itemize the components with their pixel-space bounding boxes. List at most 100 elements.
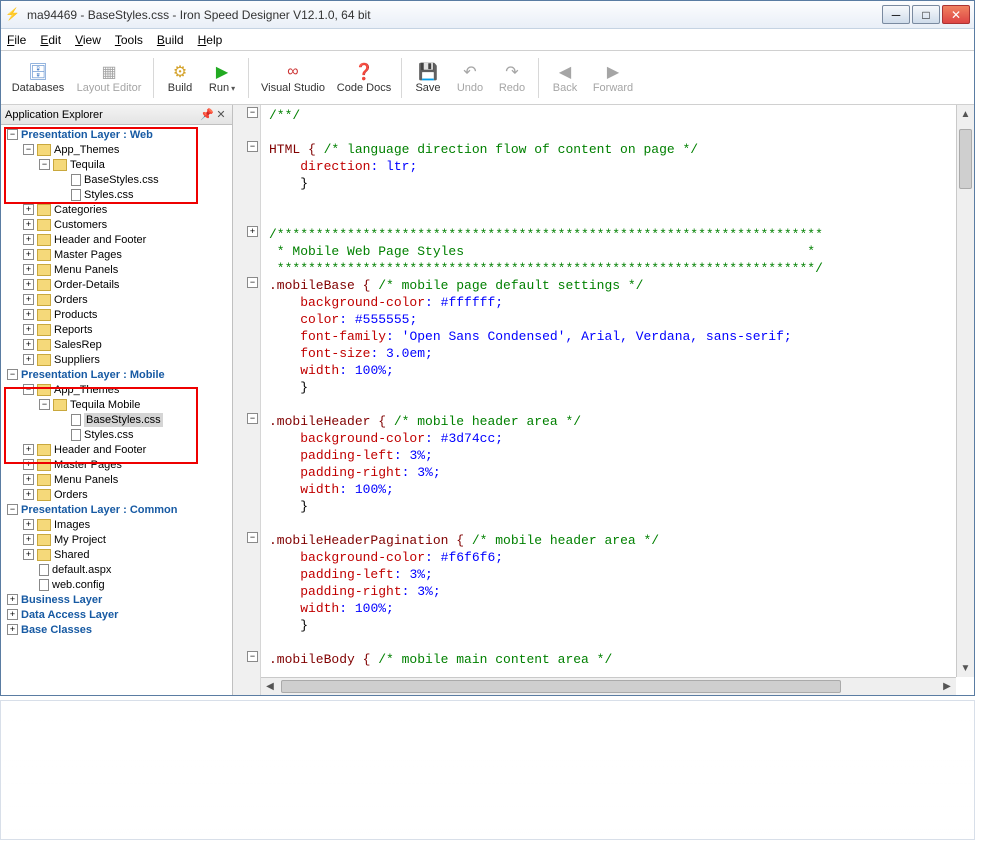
tool-save[interactable]: 💾Save — [408, 55, 448, 101]
tree-node-data-access[interactable]: +Data Access Layer — [3, 607, 232, 622]
scroll-up-icon[interactable]: ▲ — [957, 105, 974, 123]
body: Application Explorer 📌 ✕ −Presentation L… — [1, 105, 974, 695]
tree-node-basestyles[interactable]: BaseStyles.css — [3, 172, 232, 187]
fold-icon[interactable]: + — [247, 226, 258, 237]
tool-back[interactable]: ◀Back — [545, 55, 585, 101]
scroll-down-icon[interactable]: ▼ — [957, 659, 974, 677]
fold-icon[interactable]: − — [247, 413, 258, 424]
fold-icon[interactable]: − — [247, 141, 258, 152]
run-icon: ▶ — [216, 62, 228, 82]
maximize-button[interactable]: □ — [912, 5, 940, 24]
panel-close-icon[interactable]: ✕ — [214, 108, 228, 121]
tree-node-mobile[interactable]: −Presentation Layer : Mobile — [3, 367, 232, 382]
menu-view[interactable]: View — [75, 33, 101, 47]
scroll-thumb[interactable] — [281, 680, 841, 693]
tool-undo[interactable]: ↶Undo — [450, 55, 490, 101]
tree-node-tequila-mobile[interactable]: −Tequila Mobile — [3, 397, 232, 412]
panel-header: Application Explorer 📌 ✕ — [1, 105, 232, 125]
tree-node[interactable]: +Customers — [3, 217, 232, 232]
fold-icon[interactable]: − — [247, 532, 258, 543]
pin-icon[interactable]: 📌 — [200, 108, 214, 121]
forward-icon: ▶ — [607, 62, 619, 82]
tree-node[interactable]: +Products — [3, 307, 232, 322]
tree-node-basestyles-2[interactable]: BaseStyles.css — [3, 412, 232, 427]
fold-icon[interactable]: − — [247, 107, 258, 118]
redo-icon: ↷ — [505, 62, 518, 82]
menubar: File Edit View Tools Build Help — [1, 29, 974, 51]
tree-node[interactable]: +Master Pages — [3, 457, 232, 472]
gutter: − − + − − − − — [233, 105, 261, 695]
tree-node[interactable]: +SalesRep — [3, 337, 232, 352]
tool-build[interactable]: ⚙Build — [160, 55, 200, 101]
save-icon: 💾 — [418, 62, 438, 82]
vertical-scrollbar[interactable]: ▲ ▼ — [956, 105, 974, 677]
tree-node[interactable]: +Header and Footer — [3, 232, 232, 247]
separator — [401, 58, 402, 98]
toolbar: 🗄Databases ▦Layout Editor ⚙Build ▶Run ∞V… — [1, 51, 974, 105]
tree-node-base-classes[interactable]: +Base Classes — [3, 622, 232, 637]
tree-node[interactable]: +Menu Panels — [3, 472, 232, 487]
app-window: ⚡ ma94469 - BaseStyles.css - Iron Speed … — [0, 0, 975, 696]
tree-node[interactable]: +Master Pages — [3, 247, 232, 262]
vs-icon: ∞ — [287, 62, 298, 82]
scroll-thumb[interactable] — [959, 129, 972, 189]
separator — [153, 58, 154, 98]
tree-node[interactable]: +Orders — [3, 487, 232, 502]
tree-node[interactable]: +Menu Panels — [3, 262, 232, 277]
tree-node-common[interactable]: −Presentation Layer : Common — [3, 502, 232, 517]
tree[interactable]: −Presentation Layer : Web −App_Themes −T… — [1, 125, 232, 695]
app-icon: ⚡ — [5, 7, 21, 23]
titlebar[interactable]: ⚡ ma94469 - BaseStyles.css - Iron Speed … — [1, 1, 974, 29]
panel-title: Application Explorer — [5, 109, 103, 121]
code-content[interactable]: /**/ HTML { /* language direction flow o… — [261, 105, 956, 677]
menu-help[interactable]: Help — [198, 33, 223, 47]
layout-icon: ▦ — [101, 62, 116, 82]
close-button[interactable]: ✕ — [942, 5, 970, 24]
tree-node-app-themes[interactable]: −App_Themes — [3, 142, 232, 157]
tree-node-app-themes-2[interactable]: −App_Themes — [3, 382, 232, 397]
tree-node[interactable]: +Order-Details — [3, 277, 232, 292]
window-title: ma94469 - BaseStyles.css - Iron Speed De… — [27, 8, 880, 22]
tool-redo[interactable]: ↷Redo — [492, 55, 532, 101]
menu-build[interactable]: Build — [157, 33, 184, 47]
scroll-left-icon[interactable]: ◀ — [261, 678, 279, 695]
tree-node[interactable]: +Header and Footer — [3, 442, 232, 457]
separator — [538, 58, 539, 98]
undo-icon: ↶ — [463, 62, 476, 82]
tree-node[interactable]: +Suppliers — [3, 352, 232, 367]
tree-node-business[interactable]: +Business Layer — [3, 592, 232, 607]
tree-node[interactable]: default.aspx — [3, 562, 232, 577]
code-area[interactable]: − − + − − − − /**/ HTML { /* language di… — [233, 105, 974, 695]
tree-node[interactable]: web.config — [3, 577, 232, 592]
tree-node[interactable]: +Categories — [3, 202, 232, 217]
tool-run[interactable]: ▶Run — [202, 55, 242, 101]
tool-databases[interactable]: 🗄Databases — [7, 55, 69, 101]
fold-icon[interactable]: − — [247, 651, 258, 662]
horizontal-scrollbar[interactable]: ◀ ▶ — [261, 677, 956, 695]
scroll-right-icon[interactable]: ▶ — [938, 678, 956, 695]
tree-node-styles[interactable]: Styles.css — [3, 187, 232, 202]
tree-node-tequila[interactable]: −Tequila — [3, 157, 232, 172]
build-icon: ⚙ — [173, 62, 187, 82]
fold-icon[interactable]: − — [247, 277, 258, 288]
database-icon: 🗄 — [28, 62, 48, 82]
tool-layout-editor[interactable]: ▦Layout Editor — [71, 55, 147, 101]
tree-node-web[interactable]: −Presentation Layer : Web — [3, 127, 232, 142]
separator — [248, 58, 249, 98]
sidebar: Application Explorer 📌 ✕ −Presentation L… — [1, 105, 233, 695]
back-icon: ◀ — [559, 62, 571, 82]
reflection-decoration: Base Classes Data Access Layer Business … — [0, 700, 975, 840]
minimize-button[interactable]: ─ — [882, 5, 910, 24]
tree-node[interactable]: +Orders — [3, 292, 232, 307]
tool-forward[interactable]: ▶Forward — [587, 55, 639, 101]
tree-node-styles-2[interactable]: Styles.css — [3, 427, 232, 442]
tool-code-docs[interactable]: ❓Code Docs — [333, 55, 395, 101]
tree-node[interactable]: +Reports — [3, 322, 232, 337]
tree-node[interactable]: +My Project — [3, 532, 232, 547]
tree-node[interactable]: +Shared — [3, 547, 232, 562]
tool-visual-studio[interactable]: ∞Visual Studio — [255, 55, 331, 101]
menu-edit[interactable]: Edit — [40, 33, 61, 47]
menu-tools[interactable]: Tools — [115, 33, 143, 47]
menu-file[interactable]: File — [7, 33, 26, 47]
tree-node[interactable]: +Images — [3, 517, 232, 532]
